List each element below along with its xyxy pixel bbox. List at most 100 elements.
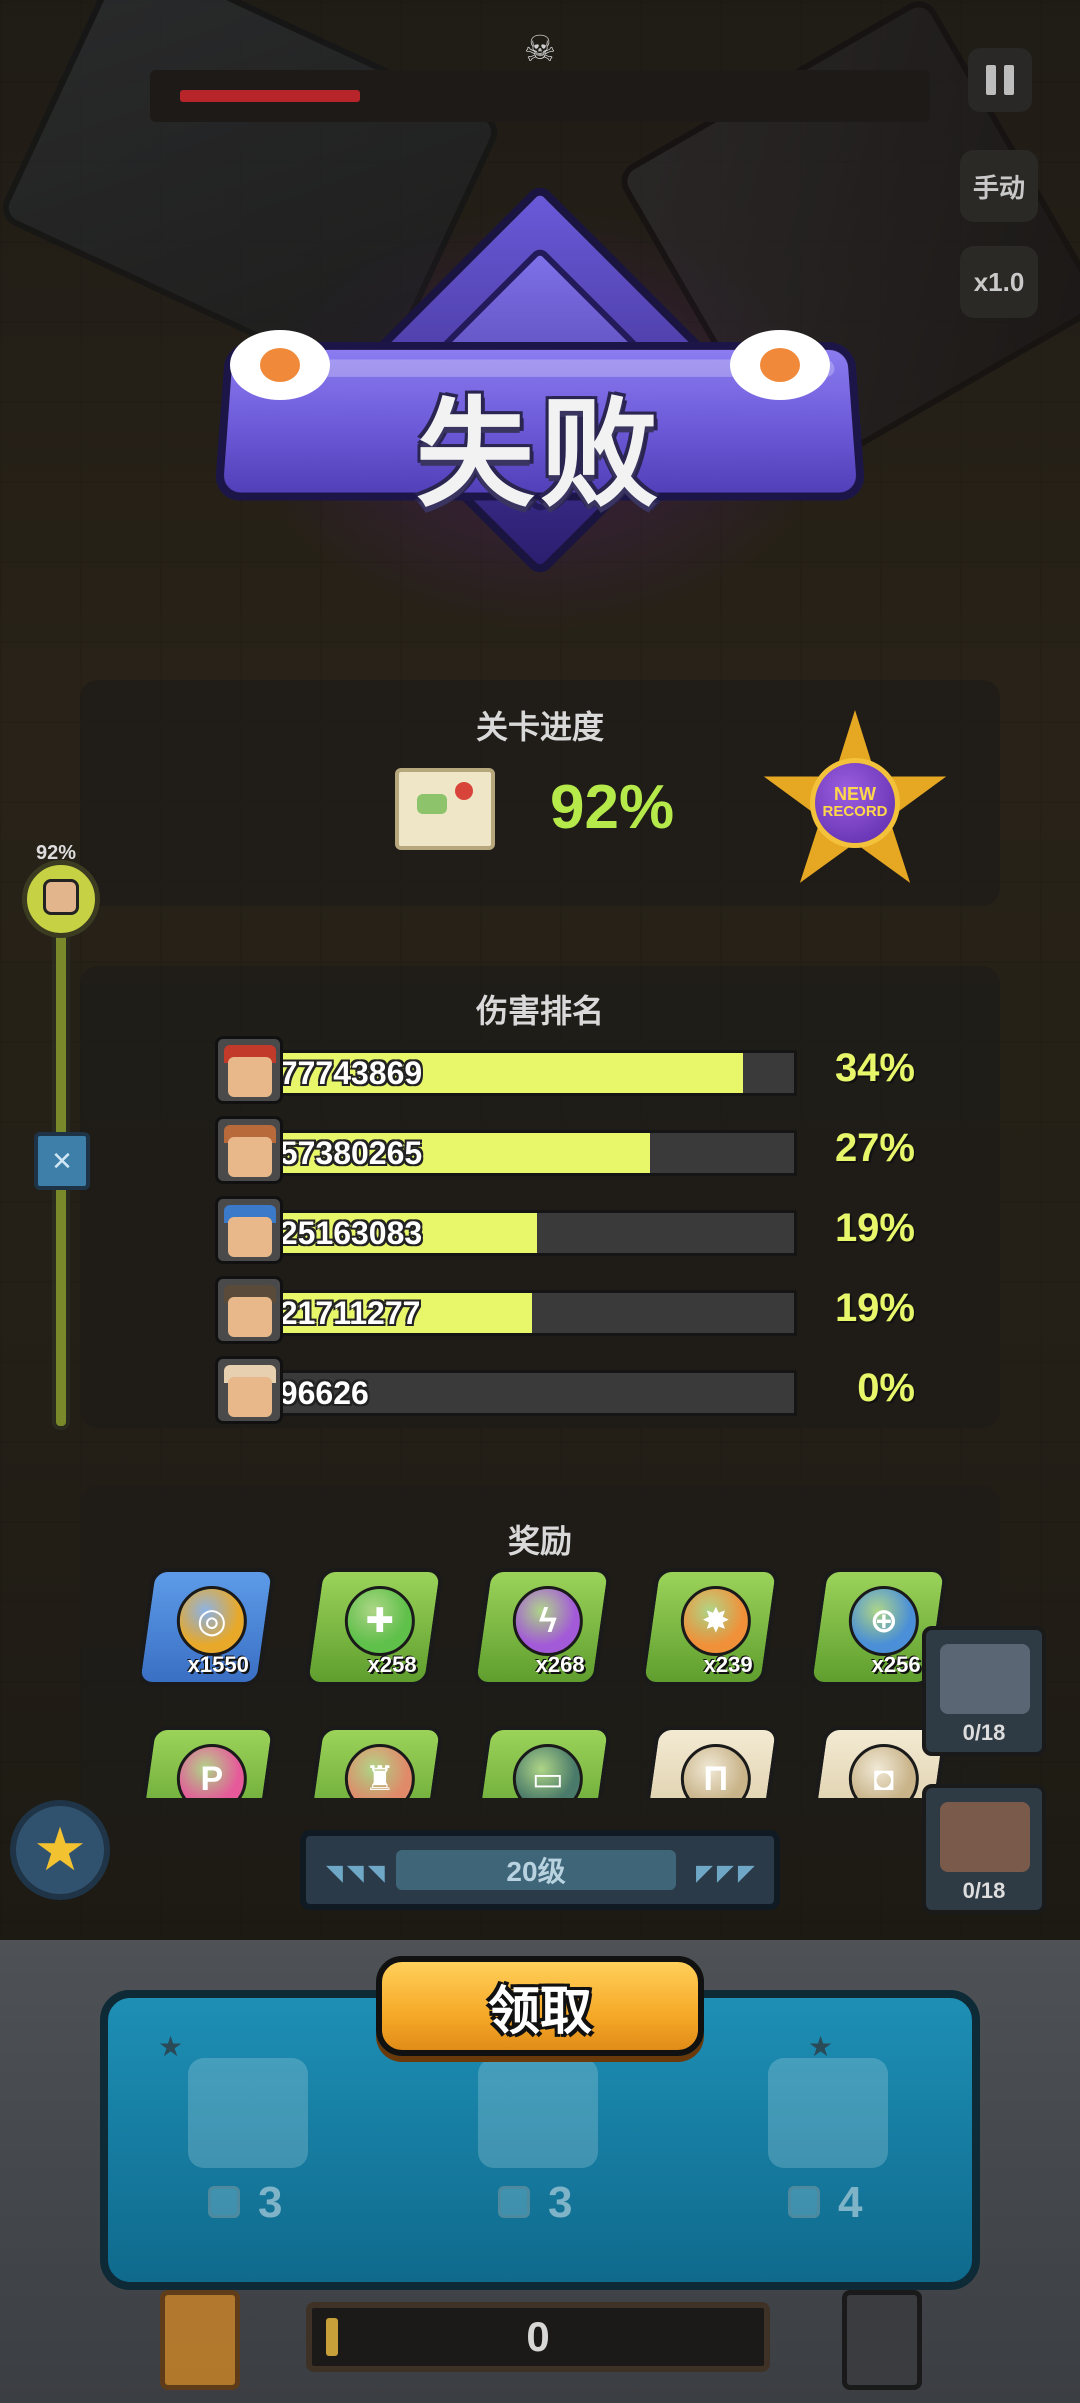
stage-progress-percent: 92% [550, 773, 675, 842]
currency-counter: 0 [306, 2302, 770, 2372]
defeat-banner: 失败 [200, 182, 880, 610]
boss-health-bar [150, 70, 930, 122]
robot-ghost-icon [188, 2058, 308, 2168]
slot-count: 3 [258, 2178, 283, 2227]
explosion-icon: ✸ [680, 1586, 751, 1656]
boss-health-fill [180, 90, 360, 102]
damage-rank-row: 577743869 34% [215, 1036, 915, 1106]
hero-avatar [215, 1036, 283, 1104]
card-slot-left[interactable] [160, 2290, 240, 2390]
reward-item[interactable]: ◎ x1550 [140, 1568, 277, 1686]
reward-item[interactable]: ✚ x258 [303, 1568, 445, 1686]
damage-bar: 577743869 [277, 1050, 797, 1096]
slot-count: 3 [548, 2178, 573, 2227]
robot-ghost-icon [768, 2058, 888, 2168]
hero-avatar [215, 1116, 283, 1184]
reward-item[interactable]: Π [639, 1726, 781, 1798]
pants-icon: Π [680, 1744, 751, 1798]
chest-icon: ▭ [512, 1744, 583, 1798]
tank-icon [940, 1644, 1030, 1714]
backpack-icon: ◘ [848, 1744, 919, 1798]
damage-rank-row: 796626 0% [215, 1356, 915, 1426]
hero-face [228, 1297, 272, 1337]
damage-bar: 325163083 [277, 1210, 797, 1256]
reward-quantity: x258 [367, 1652, 417, 1677]
reward-item[interactable]: ▭ [471, 1726, 613, 1798]
bolt-icon [788, 2186, 820, 2218]
slot-count: 4 [838, 2178, 863, 2227]
hero-avatar [215, 1196, 283, 1264]
pause-icon-bar [1004, 65, 1014, 95]
damage-percent: 0% [857, 1366, 915, 1410]
chevron-right-icon: ◤◤◤ [696, 1860, 759, 1885]
hero-progress-badge [22, 860, 100, 938]
manual-mode-button[interactable]: 手动 [960, 150, 1038, 222]
reward-item[interactable]: ✸ x239 [639, 1568, 781, 1686]
damage-value: 796626 [279, 1375, 369, 1411]
level-label: 20级 [396, 1850, 676, 1890]
hero-avatar [215, 1276, 283, 1344]
robot-ghost-icon [478, 2058, 598, 2168]
bolt-icon [208, 2186, 240, 2218]
hero-face [228, 1057, 272, 1097]
hero-avatar [215, 1356, 283, 1424]
bolt-icon [498, 2186, 530, 2218]
pause-icon [986, 65, 996, 95]
rewards-grid[interactable]: ◎ x1550 ✚ x258 ϟ x268 ✸ x239 ⊕ x256 P ♜ ▭ Π ◘ [140, 1568, 960, 1798]
record-line-1: NEW [834, 784, 876, 804]
damage-value: 321711277 [277, 1295, 421, 1331]
star-icon: ★ [158, 2031, 184, 2062]
damage-percent: 27% [834, 1126, 915, 1170]
damage-value: 325163083 [277, 1215, 423, 1251]
damage-bar: 321711277 [277, 1290, 797, 1336]
side-card-tank[interactable]: 0/18 [922, 1626, 1046, 1756]
damage-percent: 19% [834, 1206, 915, 1250]
speed-button[interactable]: x1.0 [960, 246, 1038, 318]
side-card-count: 0/18 [962, 1720, 1006, 1745]
damage-percent: 19% [834, 1286, 915, 1330]
damage-ranking-panel: 伤害排名 577743869 34% 457380265 27% 325163083 19… [80, 966, 1000, 1428]
rewards-title: 奖励 [507, 1523, 572, 1559]
hero-face [228, 1377, 272, 1417]
pause-button[interactable] [968, 48, 1032, 112]
heal-plus-icon: ✚ [344, 1586, 415, 1656]
reward-quantity: x1550 [187, 1652, 249, 1677]
hero-slot-1[interactable]: ★ 3 [138, 2031, 368, 2238]
damage-ranking-list[interactable]: 577743869 34% 457380265 27% 325163083 19% 3217… [215, 1036, 915, 1436]
chevron-left-icon: ◥◥◥ [326, 1860, 389, 1885]
hero-face [228, 1217, 272, 1257]
gold-coin-icon: ◎ [176, 1586, 247, 1656]
stage-progress-panel: 关卡进度 92% NEW RECORD [80, 680, 1000, 906]
reward-quantity: x239 [703, 1652, 753, 1677]
tower-icon: ♜ [344, 1744, 415, 1798]
record-emblem: NEW RECORD [810, 758, 900, 848]
reward-item[interactable]: P [140, 1726, 277, 1798]
reward-item[interactable]: ♜ [303, 1726, 445, 1798]
level-bar: ◥◥◥ 20级 ◤◤◤ [300, 1830, 780, 1910]
skull-icon: ☠ [523, 28, 557, 69]
damage-percent: 34% [834, 1046, 915, 1090]
claim-button[interactable]: 领取 [376, 1956, 704, 2056]
new-record-badge: NEW RECORD [760, 710, 950, 900]
damage-rank-row: 325163083 19% [215, 1196, 915, 1266]
hero-face-icon [43, 879, 79, 915]
reward-quantity: x256 [871, 1652, 921, 1677]
damage-ranking-title: 伤害排名 [475, 993, 604, 1029]
damage-rank-row: 321711277 19% [215, 1276, 915, 1346]
pistol-icon: P [176, 1744, 247, 1798]
card-slot-right[interactable] [842, 2290, 922, 2390]
hero-slot-2[interactable]: 3 [428, 2038, 658, 2238]
damage-bar: 457380265 [277, 1130, 797, 1176]
reward-item[interactable]: ϟ x268 [471, 1568, 613, 1686]
hero-slot-3[interactable]: ★ 4 [718, 2031, 948, 2238]
target-icon: ⊕ [848, 1586, 919, 1656]
reward-quantity: x268 [535, 1652, 585, 1677]
damage-bar: 796626 [277, 1370, 797, 1416]
map-icon [395, 768, 495, 850]
damage-value: 457380265 [277, 1135, 423, 1171]
damage-value: 577743869 [277, 1055, 423, 1091]
defeat-title: 失败 [415, 389, 664, 521]
bone-icon: ✕ [34, 1132, 90, 1190]
lightning-icon: ϟ [512, 1586, 583, 1656]
record-line-2: RECORD [822, 803, 888, 820]
